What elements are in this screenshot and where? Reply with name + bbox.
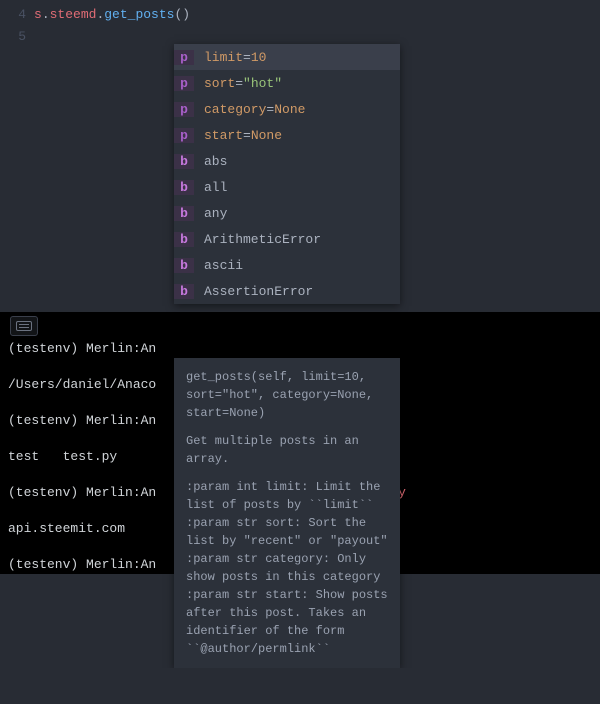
terminal-toolbar <box>10 316 38 336</box>
line-gutter: 4 5 <box>0 0 34 312</box>
doc-signature: get_posts(self, limit=10, sort="hot", ca… <box>186 368 388 422</box>
completion-kind-icon: b <box>174 232 194 247</box>
autocomplete-item[interactable]: p sort="hot" <box>174 70 400 96</box>
completion-kind-icon: p <box>174 102 194 117</box>
doc-param: :param str sort: Sort the list by "recen… <box>186 514 388 550</box>
autocomplete-item[interactable]: bascii <box>174 252 400 278</box>
completion-kind-icon: b <box>174 154 194 169</box>
autocomplete-item[interactable]: b ArithmeticError <box>174 226 400 252</box>
documentation-popup: get_posts(self, limit=10, sort="hot", ca… <box>174 358 400 668</box>
autocomplete-item[interactable]: p category=None <box>174 96 400 122</box>
completion-kind-icon: b <box>174 258 194 273</box>
doc-param: :param int limit: Limit the list of post… <box>186 478 388 514</box>
completion-kind-icon: b <box>174 206 194 221</box>
completion-label: all <box>204 180 227 195</box>
completion-label: any <box>204 206 227 221</box>
doc-summary: Get multiple posts in an array. <box>186 432 388 468</box>
autocomplete-popup[interactable]: plimit=10psort="hot"pcategory=Nonepstart… <box>174 44 400 304</box>
completion-kind-icon: b <box>174 180 194 195</box>
doc-param: :param str category: Only show posts in … <box>186 550 388 586</box>
keyboard-icon <box>16 321 32 331</box>
autocomplete-item[interactable]: ball <box>174 174 400 200</box>
completion-label: category=None <box>204 102 305 117</box>
completion-label: start=None <box>204 128 282 143</box>
completion-label: abs <box>204 154 227 169</box>
completion-label: limit=10 <box>204 50 266 65</box>
keyboard-button[interactable] <box>10 316 38 336</box>
completion-label: ArithmeticError <box>204 232 321 247</box>
completion-label: ascii <box>204 258 243 273</box>
autocomplete-item[interactable]: p start=None <box>174 122 400 148</box>
completion-label: sort="hot" <box>204 76 282 91</box>
completion-kind-icon: p <box>174 128 194 143</box>
completion-label: AssertionError <box>204 284 313 299</box>
doc-param: identifier of the form ``@author/permlin… <box>186 622 388 658</box>
autocomplete-item[interactable]: bany <box>174 200 400 226</box>
autocomplete-item[interactable]: babs <box>174 148 400 174</box>
doc-param: :param str start: Show posts after this … <box>186 586 388 622</box>
completion-kind-icon: b <box>174 284 194 299</box>
line-number: 5 <box>0 26 26 48</box>
terminal-line: (testenv) Merlin:An <box>8 340 592 358</box>
completion-kind-icon: p <box>174 50 194 65</box>
completion-kind-icon: p <box>174 76 194 91</box>
code-line[interactable]: s.steemd.get_posts() <box>34 4 600 26</box>
line-number: 4 <box>0 4 26 26</box>
autocomplete-item[interactable]: p limit=10 <box>174 44 400 70</box>
autocomplete-item[interactable]: b AssertionError <box>174 278 400 304</box>
